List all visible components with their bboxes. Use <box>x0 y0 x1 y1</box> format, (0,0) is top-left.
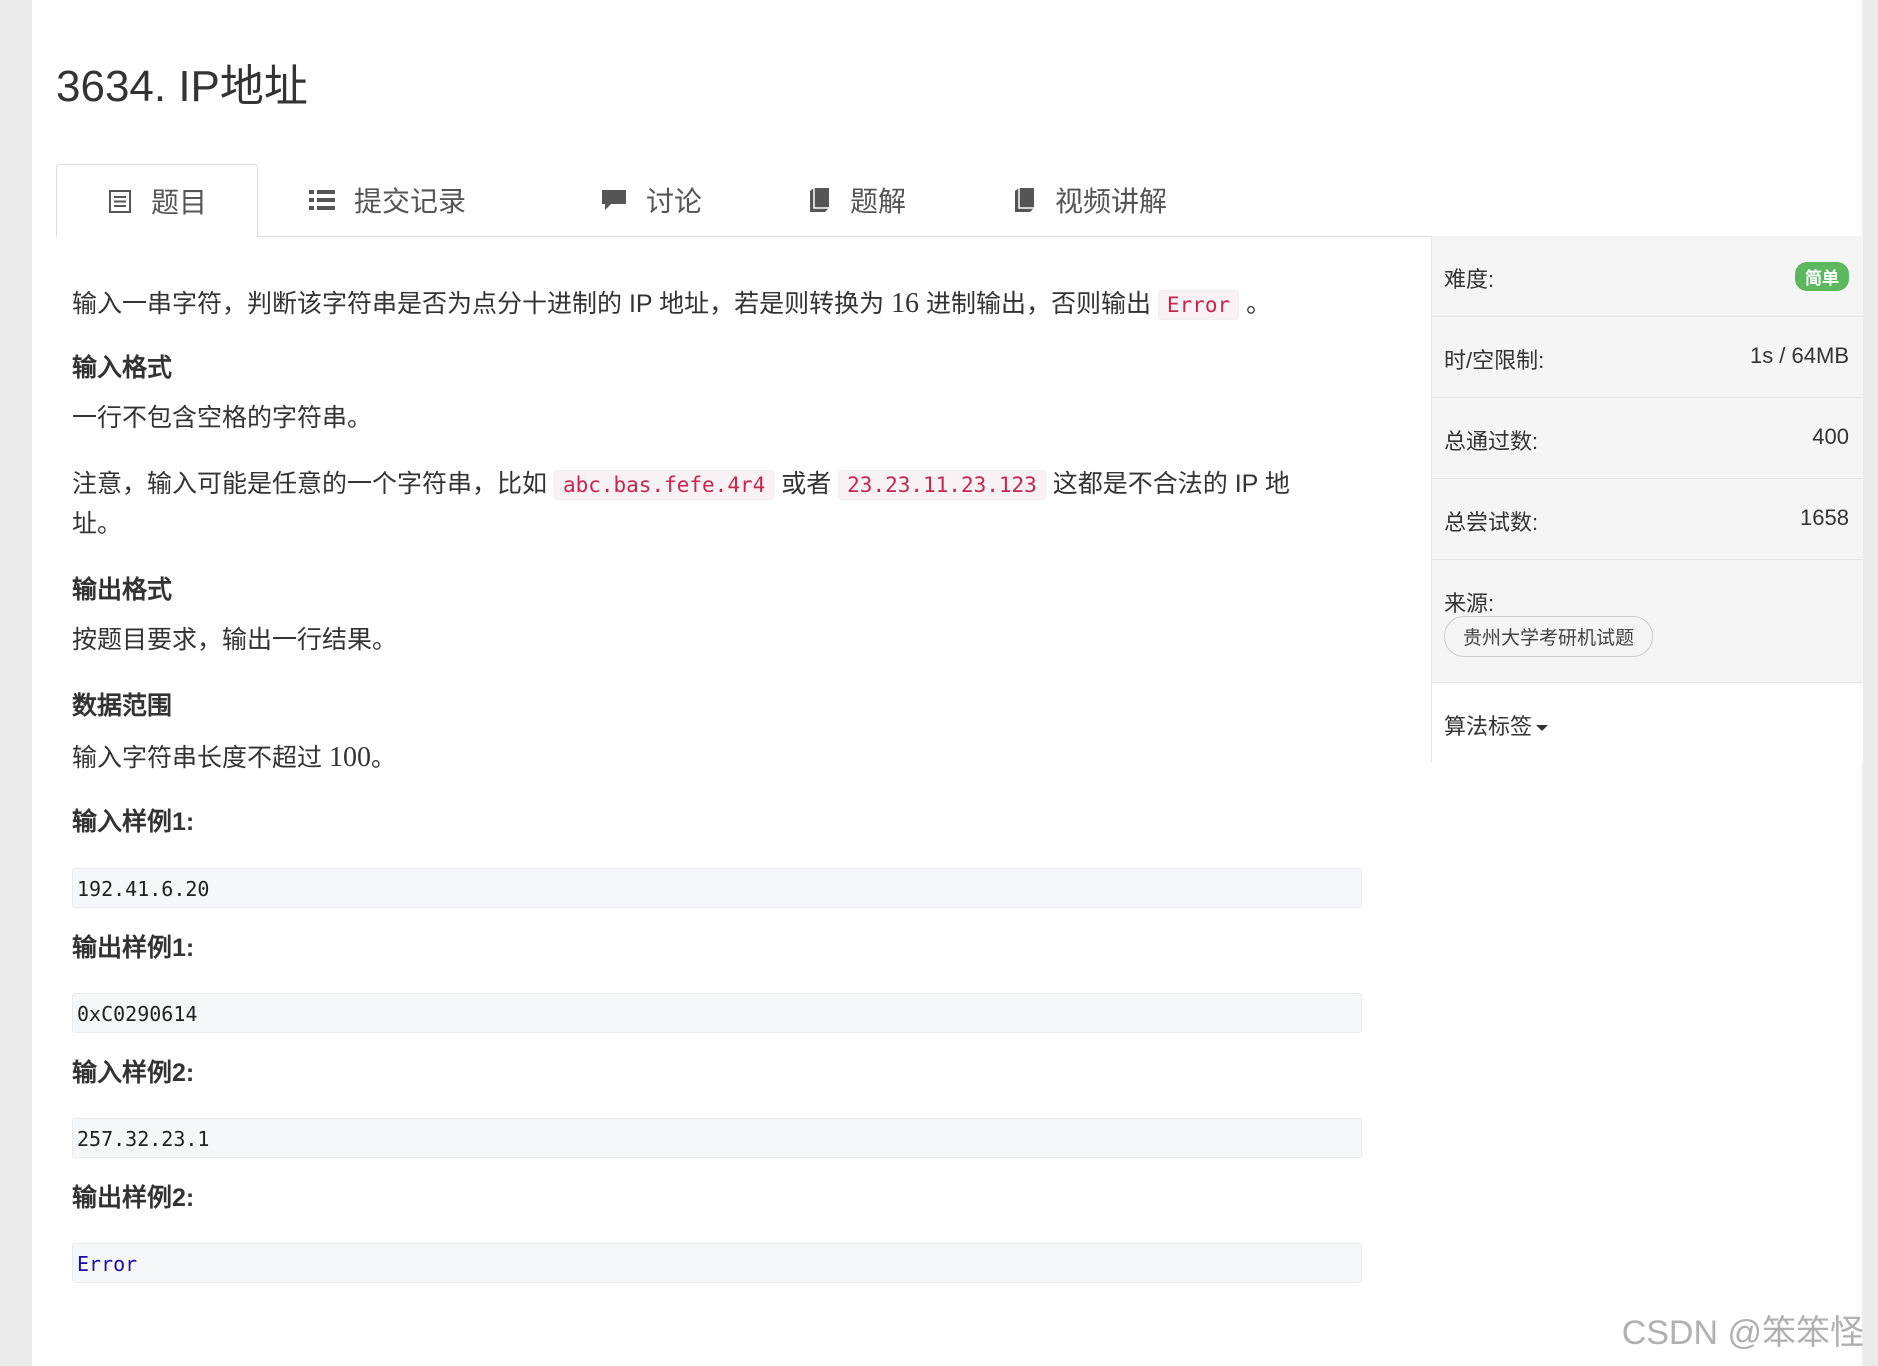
tab-video[interactable]: 视频讲解 <box>1011 164 1167 236</box>
note-text: 注意，输入可能是任意的一个字符串，比如 <box>72 470 554 498</box>
output-format-text: 按题目要求，输出一行结果。 <box>72 626 398 654</box>
tab-label: 视频讲解 <box>1055 186 1168 217</box>
passed-row: 总通过数: 400 <box>1432 398 1863 479</box>
problem-panel: 3634. IP地址 题目 提交记录 讨论 题解 视频讲解 输入一串字符，判断该… <box>32 0 1863 1366</box>
tab-label: 提交记录 <box>354 186 467 217</box>
data-range-heading: 数据范围 <box>72 692 173 720</box>
data-range-text: 输入字符串长度不超过 100。 <box>72 736 396 781</box>
sample-heading: 输入样例1: <box>72 808 195 836</box>
page-title: 3634. IP地址 <box>56 62 308 111</box>
inline-code: abc.bas.fefe.4r4 <box>553 470 775 500</box>
caret-down-icon <box>1536 725 1549 732</box>
tab-submissions[interactable]: 提交记录 <box>308 164 466 236</box>
problem-info-sidebar: 难度: 简单 时/空限制: 1s / 64MB 总通过数: 400 总尝试数: … <box>1431 236 1863 763</box>
input-note-wrap: 址。 <box>72 510 123 538</box>
desc-text: 。 <box>1239 290 1272 318</box>
difficulty-badge: 简单 <box>1795 262 1849 291</box>
algorithm-tags-label: 算法标签 <box>1444 709 1549 741</box>
source-tag[interactable]: 贵州大学考研机试题 <box>1444 616 1654 657</box>
watermark: CSDN @笨笨怪 <box>1621 1314 1864 1352</box>
input-format-text: 一行不包含空格的字符串。 <box>72 404 373 432</box>
passed-label: 总通过数: <box>1444 429 1539 454</box>
input-format-heading: 输入格式 <box>72 354 173 382</box>
tab-discussion[interactable]: 讨论 <box>600 164 702 236</box>
range-number: 100 <box>328 742 371 773</box>
desc-number: 16 <box>891 288 920 319</box>
tab-label: 题目 <box>151 186 208 218</box>
note-text: 这都是不合法的 IP 地 <box>1045 470 1290 498</box>
attempts-label: 总尝试数: <box>1444 510 1539 535</box>
sample-heading: 输出样例1: <box>72 934 195 962</box>
range-text: 。 <box>370 744 396 772</box>
limit-row: 时/空限制: 1s / 64MB <box>1432 317 1863 398</box>
inline-code: Error <box>1157 290 1240 320</box>
passed-value: 400 <box>1812 424 1849 449</box>
tab-label: 讨论 <box>646 186 703 217</box>
attempts-row: 总尝试数: 1658 <box>1432 479 1863 560</box>
desc-text: 输入一串字符，判断该字符串是否为点分十进制的 IP 地址，若是则转换为 <box>72 290 892 318</box>
book-icon <box>806 186 832 214</box>
input-note: 注意，输入可能是任意的一个字符串，比如 abc.bas.fefe.4r4 或者 … <box>72 464 1290 504</box>
inline-code: 23.23.11.23.123 <box>838 470 1046 500</box>
book-icon <box>1011 186 1037 214</box>
tab-label: 题解 <box>850 186 907 217</box>
tab-solutions[interactable]: 题解 <box>806 164 906 236</box>
sample-output-2[interactable]: Error <box>72 1243 1362 1283</box>
source-label: 来源: <box>1444 591 1495 616</box>
document-icon <box>107 188 133 214</box>
output-format-heading: 输出格式 <box>72 576 173 604</box>
comment-icon <box>600 187 628 213</box>
sample-input-2[interactable]: 257.32.23.1 <box>72 1118 1362 1158</box>
sample-output-1[interactable]: 0xC0290614 <box>72 993 1362 1033</box>
list-icon <box>308 187 336 213</box>
problem-description: 输入一串字符，判断该字符串是否为点分十进制的 IP 地址，若是则转换为 16 进… <box>72 282 1271 327</box>
limit-value: 1s / 64MB <box>1749 343 1849 368</box>
source-row: 来源: 贵州大学考研机试题 <box>1432 560 1863 683</box>
difficulty-row: 难度: 简单 <box>1432 236 1863 317</box>
tab-bar: 题目 提交记录 讨论 题解 视频讲解 <box>56 164 1828 237</box>
sample-input-1[interactable]: 192.41.6.20 <box>72 868 1362 908</box>
sample-heading: 输出样例2: <box>72 1184 195 1212</box>
desc-text: 进制输出，否则输出 <box>919 290 1158 318</box>
attempts-value: 1658 <box>1800 505 1849 530</box>
limit-label: 时/空限制: <box>1444 348 1545 373</box>
tags-text: 算法标签 <box>1444 714 1533 739</box>
sample-heading: 输入样例2: <box>72 1059 195 1087</box>
algorithm-tags-dropdown[interactable]: 算法标签 <box>1432 683 1863 763</box>
note-text: 或者 <box>774 470 839 498</box>
difficulty-label: 难度: <box>1444 267 1495 292</box>
tab-problem[interactable]: 题目 <box>56 164 258 237</box>
range-text: 输入字符串长度不超过 <box>72 744 329 772</box>
